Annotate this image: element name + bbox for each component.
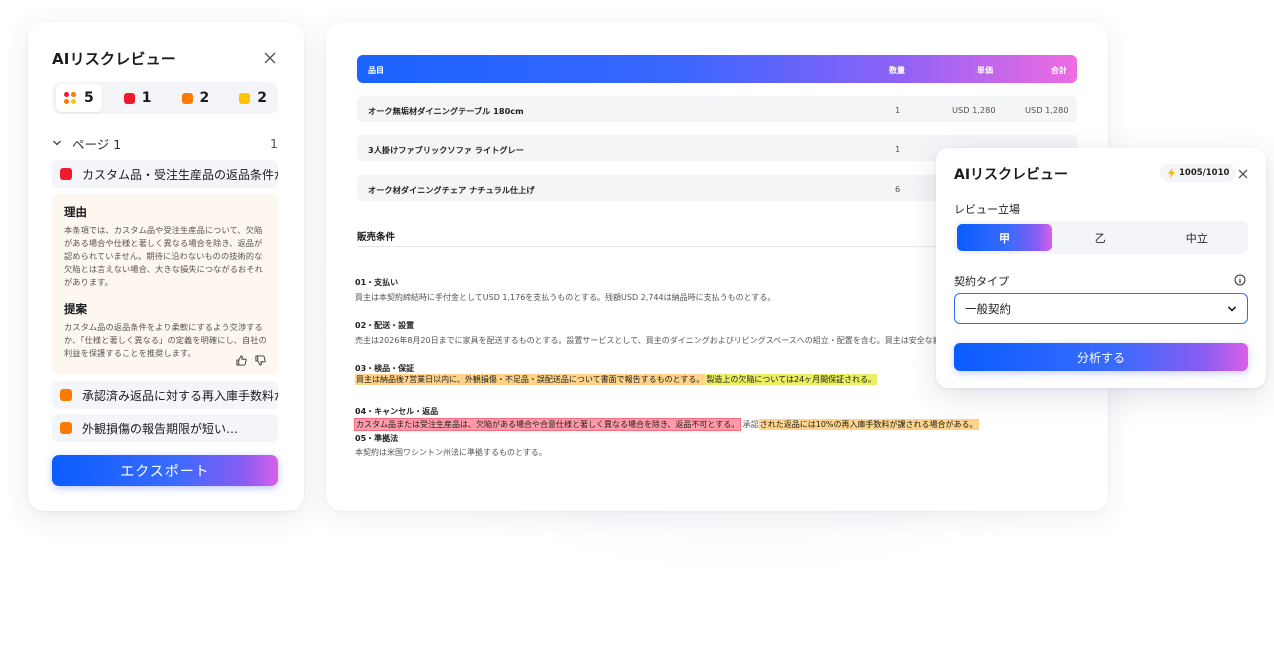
risk-review-popup: AIリスクレビュー 1005/1010 レビュー立場 甲 乙 中立 契約タイプ …: [936, 148, 1266, 388]
cell-qty: 6: [895, 184, 901, 194]
clause-heading: 03・検品・保証: [355, 364, 415, 373]
high-risk-icon: [60, 168, 72, 180]
cell-qty: 1: [895, 105, 901, 115]
clause-text-highlighted: 買主は納品後7営業日以内に、外観損傷・不足品・誤配送品について書面で報告するもの…: [355, 374, 878, 385]
stance-segmented-control: 甲 乙 中立: [954, 221, 1248, 254]
contract-type-value: 一般契約: [965, 301, 1011, 316]
stance-label: レビュー立場: [954, 203, 1020, 216]
issue-item-custom-returns[interactable]: カスタム品・受注生産品の返品条件が厳…: [52, 160, 278, 188]
issue-detail-card: 理由 本条項では、カスタム品や受注生産品について、欠陥がある場合や仕様と著しく異…: [52, 194, 278, 374]
clause-text: 本契約は米国ワシントン州法に準拠するものとする。: [355, 448, 547, 457]
count-low-value: 2: [257, 90, 267, 106]
col-total: 合計: [1051, 66, 1067, 75]
thumbs-up-icon[interactable]: [236, 355, 247, 366]
section-divider: [357, 246, 937, 247]
highlight-high-risk[interactable]: カスタム品または受注生産品は、欠陥がある場合や合意仕様と著しく異なる場合を除き、…: [353, 418, 742, 431]
count-all-value: 5: [84, 90, 94, 106]
table-row: オーク無垢材ダイニングテーブル 180cm 1 USD 1,280 USD 1,…: [357, 96, 1077, 122]
issue-label: 外観損傷の報告期限が短い…: [82, 421, 239, 436]
cell-item: オーク材ダイニングチェア ナチュラル仕上げ: [368, 185, 535, 195]
popup-title: AIリスクレビュー: [954, 167, 1069, 183]
cell-qty: 1: [895, 144, 901, 154]
col-qty: 数量: [889, 66, 905, 75]
count-medium-value: 2: [199, 90, 210, 106]
page-issue-count: 1: [270, 135, 278, 151]
risk-review-sidebar: AIリスクレビュー 5 1 2 2 ページ 1 1 カスタム品・受注生産品の返品…: [28, 22, 304, 511]
cell-item: オーク無垢材ダイニングテーブル 180cm: [368, 106, 524, 116]
stance-option-party-b[interactable]: 乙: [1052, 224, 1149, 251]
clause-heading: 02・配送・設置: [355, 321, 415, 330]
thumbs-down-icon[interactable]: [255, 355, 266, 366]
issue-label: 承認済み返品に対する再入庫手数料が…: [82, 388, 278, 403]
cell-total: USD 1,280: [1025, 105, 1069, 115]
all-risks-icon: [64, 92, 76, 104]
close-icon[interactable]: [1237, 168, 1249, 180]
issue-label: カスタム品・受注生産品の返品条件が厳…: [82, 167, 278, 182]
contract-type-label: 契約タイプ: [954, 275, 1009, 288]
medium-risk-icon: [60, 422, 72, 434]
page-group-header[interactable]: ページ 1 1: [52, 134, 278, 152]
medium-risk-icon: [60, 389, 72, 401]
stance-option-party-a[interactable]: 甲: [957, 224, 1052, 251]
count-all[interactable]: 5: [56, 84, 102, 112]
clause-text: 買主は本契約締結時に手付金としてUSD 1,176を支払うものとする。残額USD…: [355, 293, 776, 302]
contract-type-select[interactable]: 一般契約: [954, 293, 1248, 324]
low-risk-icon: [239, 92, 251, 104]
count-high[interactable]: 1: [116, 84, 160, 112]
proposal-heading: 提案: [64, 302, 87, 316]
clause-text-highlighted: カスタム品または受注生産品は、欠陥がある場合や合意仕様と著しく異なる場合を除き、…: [353, 418, 979, 431]
cell-item: 3人掛けファブリックソファ ライトグレー: [368, 145, 524, 155]
clause-heading: 05・準拠法: [355, 434, 399, 443]
count-low[interactable]: 2: [231, 84, 275, 112]
col-item: 品目: [368, 66, 384, 75]
chevron-down-icon: [1227, 306, 1237, 312]
table-header: 品目 数量 単価 合計: [357, 55, 1077, 83]
cell-unit: USD 1,280: [952, 105, 996, 115]
section-title: 販売条件: [357, 232, 396, 243]
reason-text: 本条項では、カスタム品や受注生産品について、欠陥がある場合や仕様と著しく異なる場…: [64, 225, 263, 287]
issue-item-damage-report[interactable]: 外観損傷の報告期限が短い…: [52, 414, 278, 442]
count-high-value: 1: [141, 90, 152, 106]
stance-option-neutral[interactable]: 中立: [1149, 224, 1246, 251]
issue-item-restocking-fee[interactable]: 承認済み返品に対する再入庫手数料が…: [52, 381, 278, 409]
credits-value: 1005/1010: [1179, 168, 1230, 178]
clause-heading: 04・キャンセル・返品: [355, 407, 439, 416]
analyze-button[interactable]: 分析する: [954, 343, 1248, 371]
close-icon[interactable]: [262, 50, 278, 66]
count-medium[interactable]: 2: [174, 84, 218, 112]
medium-risk-icon: [181, 92, 193, 104]
sidebar-title: AIリスクレビュー: [52, 50, 176, 68]
info-icon[interactable]: [1234, 274, 1246, 286]
clause-heading: 01・支払い: [355, 278, 399, 287]
reason-heading: 理由: [64, 205, 87, 219]
plain-text: 承認: [742, 420, 759, 429]
high-risk-icon: [123, 92, 135, 104]
export-button[interactable]: エクスポート: [52, 455, 278, 486]
risk-count-filter: 5 1 2 2: [52, 82, 278, 114]
chevron-down-icon: [53, 140, 61, 146]
col-unit-price: 単価: [977, 66, 993, 75]
page-label: ページ 1: [72, 136, 122, 152]
credits-badge: 1005/1010: [1160, 164, 1237, 182]
highlight-low-risk[interactable]: 製造上の欠陥については24ヶ月間保証される。: [705, 374, 878, 385]
highlight-medium-risk[interactable]: 買主は納品後7営業日以内に、外観損傷・不足品・誤配送品について書面で報告するもの…: [355, 374, 706, 385]
lightning-icon: [1168, 168, 1175, 178]
highlight-medium-risk[interactable]: された返品には10%の再入庫手数料が課される場合がある。: [758, 419, 979, 430]
